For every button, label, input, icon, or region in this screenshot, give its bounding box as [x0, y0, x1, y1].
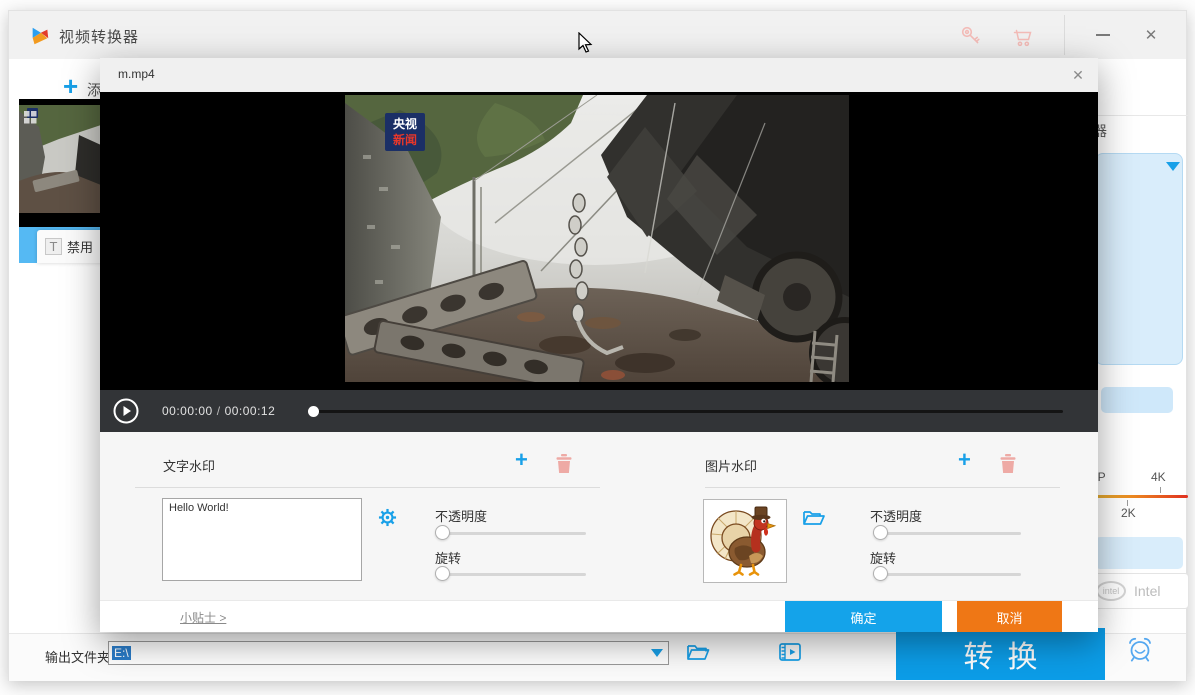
text-opacity-thumb[interactable]	[435, 525, 450, 540]
video-preview[interactable]: 央视 新闻	[345, 95, 849, 382]
open-folder-button[interactable]	[685, 639, 711, 665]
purchase-cart-icon[interactable]	[1011, 26, 1035, 50]
image-watermark-preview[interactable]	[703, 499, 787, 583]
dialog-titlebar: m.mp4 ✕	[100, 58, 1098, 92]
dialog-close-icon: ✕	[1072, 67, 1084, 84]
intel-badge: intel Intel	[1089, 573, 1189, 609]
output-folder-label: 输出文件夹:	[45, 647, 114, 666]
add-file-plus-icon[interactable]: +	[63, 71, 78, 102]
image-section-divider	[705, 487, 1060, 488]
grid-view-icon	[24, 111, 37, 124]
image-opacity-slider[interactable]	[874, 525, 1021, 541]
convert-button[interactable]: 转换	[896, 628, 1105, 680]
register-key-icon[interactable]	[959, 24, 983, 48]
mouse-cursor	[578, 32, 594, 54]
image-rotate-label: 旋转	[870, 548, 896, 567]
text-rotate-track[interactable]	[436, 573, 586, 576]
intel-label: Intel	[1134, 583, 1160, 599]
app-logo-icon	[29, 25, 51, 47]
resolution-2k-label: 2K	[1121, 506, 1136, 520]
dialog-close-button[interactable]: ✕	[1066, 63, 1090, 87]
text-rotate-slider[interactable]	[436, 566, 586, 582]
badge-line1: 央视	[393, 116, 417, 132]
tab-disable-label: 禁用	[67, 237, 93, 256]
image-rotate-thumb[interactable]	[873, 566, 888, 581]
tips-link[interactable]: 小贴士 >	[180, 609, 226, 626]
side-panel-strip	[1101, 387, 1173, 413]
text-section-divider	[135, 487, 600, 488]
app-titlebar: 视频转换器 ✕	[9, 11, 1186, 59]
cancel-button[interactable]: 取消	[957, 601, 1062, 632]
watermark-text-input[interactable]: Hello World!	[162, 498, 362, 581]
play-button[interactable]	[113, 398, 139, 424]
cctv-news-watermark: 央视 新闻	[385, 113, 425, 151]
preview-clip-button[interactable]	[776, 638, 804, 666]
text-rotate-thumb[interactable]	[435, 566, 450, 581]
watermark-tabbar: T 禁用	[19, 227, 101, 263]
resolution-4k-label: 4K	[1151, 470, 1166, 484]
seek-track[interactable]	[310, 410, 1063, 413]
add-text-watermark-button[interactable]: +	[515, 450, 528, 470]
tab-disable-watermark[interactable]: T 禁用	[37, 230, 107, 263]
ok-button[interactable]: 确定	[785, 601, 942, 632]
text-settings-gear-icon[interactable]	[378, 508, 397, 527]
browse-image-folder-icon[interactable]	[802, 507, 826, 527]
badge-line2: 新闻	[393, 132, 417, 148]
schedule-alarm-button[interactable]	[1125, 634, 1155, 664]
text-opacity-label: 不透明度	[435, 506, 487, 525]
resolution-tick-4k	[1160, 487, 1161, 493]
player-bar: 00:00:00 / 00:00:12	[100, 390, 1098, 432]
format-panel	[1095, 153, 1183, 365]
screen: 视频转换器 ✕ + 添	[0, 0, 1195, 695]
image-opacity-label: 不透明度	[870, 506, 922, 525]
text-opacity-slider[interactable]	[436, 525, 586, 541]
image-rotate-track[interactable]	[874, 573, 1021, 576]
time-display: 00:00:00 / 00:00:12	[162, 404, 275, 418]
video-thumbnail[interactable]	[19, 99, 101, 227]
titlebar-separator	[1064, 15, 1065, 55]
image-opacity-thumb[interactable]	[873, 525, 888, 540]
output-folder-value: E:\	[112, 646, 131, 660]
add-image-watermark-button[interactable]: +	[958, 450, 971, 470]
turkey-image	[709, 504, 781, 578]
current-time: 00:00:00	[162, 404, 213, 418]
delete-image-watermark-button[interactable]	[1000, 454, 1016, 473]
duration: 00:00:12	[225, 404, 276, 418]
image-rotate-slider[interactable]	[874, 566, 1021, 582]
image-watermark-title: 图片水印	[705, 456, 757, 475]
text-t-icon: T	[45, 238, 62, 255]
minimize-button[interactable]	[1086, 21, 1120, 49]
dialog-title: m.mp4	[118, 67, 155, 81]
combo-dropdown-icon[interactable]	[651, 649, 663, 657]
image-opacity-track[interactable]	[874, 532, 1021, 535]
app-title: 视频转换器	[59, 26, 139, 47]
close-button[interactable]: ✕	[1134, 21, 1168, 49]
text-rotate-label: 旋转	[435, 548, 461, 567]
seek-slider[interactable]	[310, 402, 1063, 420]
watermark-dialog: m.mp4 ✕	[100, 58, 1098, 632]
intel-logo-icon: intel	[1096, 581, 1126, 601]
video-letterbox: 央视 新闻	[100, 92, 1098, 390]
text-watermark-title: 文字水印	[163, 456, 215, 475]
dialog-footer: 小贴士 > 确定 取消	[100, 600, 1098, 632]
format-dropdown-icon[interactable]	[1166, 162, 1180, 171]
delete-text-watermark-button[interactable]	[556, 454, 572, 473]
text-opacity-track[interactable]	[436, 532, 586, 535]
seek-thumb[interactable]	[308, 406, 319, 417]
minimize-icon	[1096, 34, 1110, 36]
output-folder-select[interactable]: E:\	[108, 641, 669, 665]
close-icon: ✕	[1145, 26, 1158, 44]
time-separator: /	[217, 404, 221, 418]
side-panel-box	[1095, 537, 1183, 569]
